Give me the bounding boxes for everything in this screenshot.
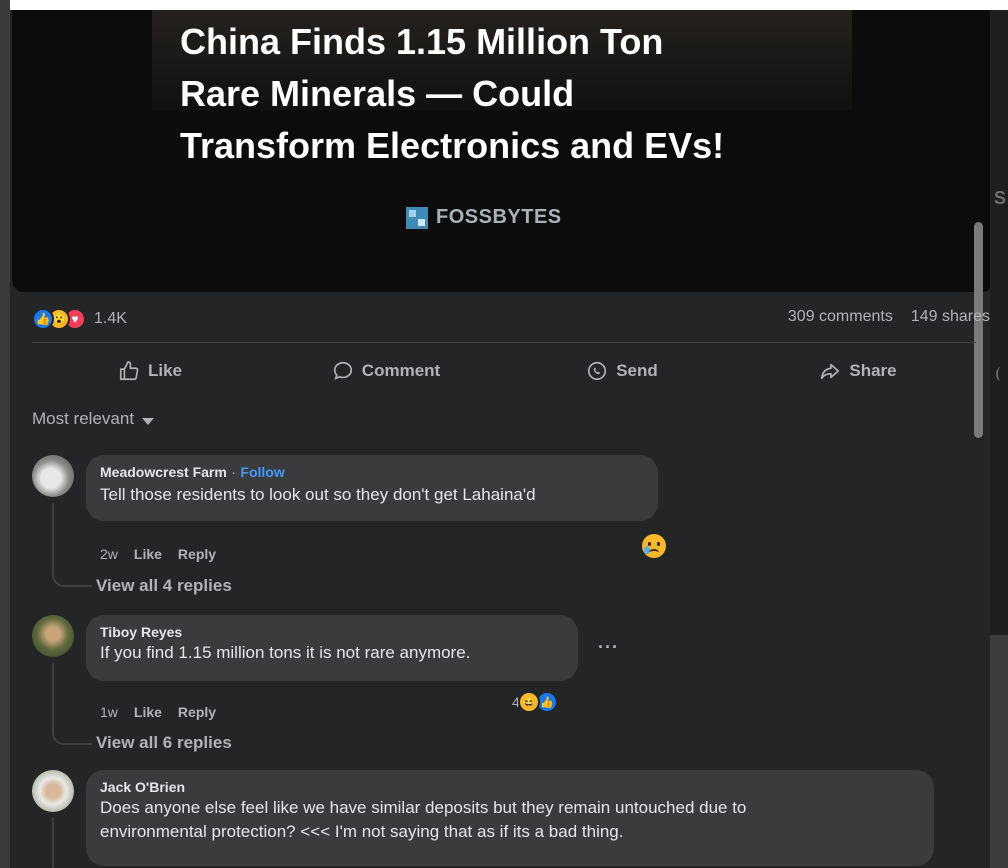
avatar[interactable] [32,615,74,657]
send-label: Send [616,361,658,380]
caret-down-icon [142,417,155,425]
like-reaction-icon: 👍 [32,308,54,330]
post-action-bar: Like Comment Send Share [32,350,976,392]
engagement-counts: 309 comments 149 shares [788,308,990,326]
comment-bubble: Jack O'Brien Does anyone else feel like … [86,770,934,866]
headline-line-1: China Finds 1.15 Million Ton [180,21,664,62]
comment-meta: 1w Like Reply [100,704,216,720]
like-button[interactable]: Like [32,350,268,392]
comment-button[interactable]: Comment [268,350,504,392]
comment-bubble-icon [333,361,352,380]
sort-label: Most relevant [32,409,135,428]
sad-face-icon[interactable] [642,534,666,558]
post-stats: 👍 😮 ♥ 1.4K 309 comments 149 shares [32,308,990,332]
share-arrow-icon [821,363,840,380]
comment-text: If you find 1.15 million tons it is not … [100,643,471,662]
comment-label: Comment [361,361,441,380]
share-label: Share [849,361,897,380]
post-image[interactable]: China Finds 1.15 Million Ton Rare Minera… [12,10,990,292]
comment-meta: 2w Like Reply [100,546,216,562]
separator-dot: · [231,464,236,480]
more-options-icon[interactable]: ··· [598,637,619,658]
avatar[interactable] [32,455,74,497]
fossbytes-logo-icon [406,206,428,229]
comment-author[interactable]: Meadowcrest Farm [100,464,227,480]
reply-thread-line [52,663,92,745]
comment-reply-button[interactable]: Reply [178,704,216,720]
brand-name: FOSSBYTES [436,206,562,228]
reaction-summary[interactable]: 👍 😮 ♥ 1.4K [32,308,127,330]
window-top-edge [0,0,1008,10]
comment-text: Tell those residents to look out so they… [100,485,536,504]
comments-count[interactable]: 309 comments [788,308,893,326]
comment-timestamp[interactable]: 2w [100,546,118,562]
comment-reply-button[interactable]: Reply [178,546,216,562]
background-panel [990,635,1008,868]
reply-thread-line [52,818,92,868]
comment-bubble: Tiboy Reyes If you find 1.15 million ton… [86,615,578,681]
comment-like-button[interactable]: Like [134,704,162,720]
reply-thread-line [52,503,92,587]
comment-author[interactable]: Tiboy Reyes [100,624,564,640]
shares-count[interactable]: 149 shares [911,308,990,326]
comment-text-line-1: Does anyone else feel like we have simil… [100,798,747,817]
stats-divider [32,342,976,343]
view-replies-link[interactable]: View all 4 replies [96,576,232,596]
tear-icon [644,546,650,554]
comment-author[interactable]: Jack O'Brien [100,779,920,795]
messenger-icon [588,361,607,381]
window-left-edge [0,0,10,868]
headline-line-2: Rare Minerals — Could [180,73,575,114]
like-label: Like [147,361,183,380]
comment-sort-dropdown[interactable]: Most relevant [32,409,155,429]
comment-bubble: Meadowcrest Farm · Follow Tell those res… [86,455,658,521]
comment-timestamp[interactable]: 1w [100,704,118,720]
avatar[interactable] [32,770,74,812]
brand-watermark: FOSSBYTES [406,206,562,229]
background-circle [996,367,1006,381]
background-page-strip: S [990,10,1008,868]
haha-icon: 😆 [517,691,540,713]
send-button[interactable]: Send [504,350,740,392]
image-headline: China Finds 1.15 Million Ton Rare Minera… [180,16,880,172]
headline-line-3: Transform Electronics and EVs! [180,125,725,166]
follow-link[interactable]: Follow [240,464,284,480]
reaction-count[interactable]: 1.4K [94,310,127,328]
comment-reactions[interactable]: 4 😆 👍 [512,691,558,713]
thumbs-up-icon [119,361,139,381]
comment-like-button[interactable]: Like [134,546,162,562]
background-letter: S [994,188,1007,208]
share-button[interactable]: Share [740,350,976,392]
view-replies-link[interactable]: View all 6 replies [96,733,232,753]
comment-text-line-2: environmental protection? <<< I'm not sa… [100,822,624,841]
post-card: China Finds 1.15 Million Ton Rare Minera… [10,10,990,868]
